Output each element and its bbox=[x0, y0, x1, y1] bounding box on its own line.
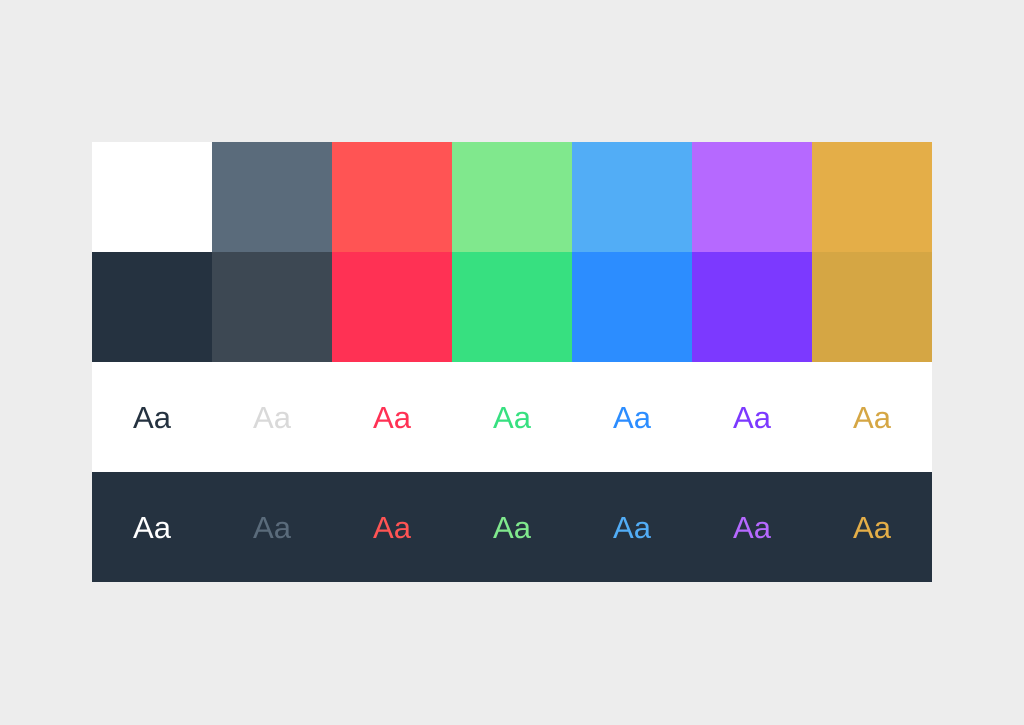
text-on-dark-cell-3: Aa bbox=[332, 472, 452, 582]
light-swatch-row bbox=[92, 142, 932, 252]
dark-swatch-3 bbox=[332, 252, 452, 362]
text-on-light-sample-4: Aa bbox=[493, 399, 531, 435]
palette-page: { "palette": { "light_swatches": ["#FFFF… bbox=[0, 0, 1024, 725]
text-on-light-cell-2: Aa bbox=[212, 362, 332, 472]
text-on-light-cell-7: Aa bbox=[812, 362, 932, 472]
text-on-light-sample-2: Aa bbox=[253, 399, 291, 435]
text-on-light-cell-5: Aa bbox=[572, 362, 692, 472]
dark-swatch-4 bbox=[452, 252, 572, 362]
text-on-dark-sample-6: Aa bbox=[733, 509, 771, 545]
text-on-dark-sample-3: Aa bbox=[373, 509, 411, 545]
dark-swatch-6 bbox=[692, 252, 812, 362]
text-on-dark-cell-7: Aa bbox=[812, 472, 932, 582]
text-on-light-cell-4: Aa bbox=[452, 362, 572, 472]
text-on-dark-sample-2: Aa bbox=[253, 509, 291, 545]
text-on-dark-cell-2: Aa bbox=[212, 472, 332, 582]
text-on-dark-sample-1: Aa bbox=[133, 509, 171, 545]
text-on-light-sample-7: Aa bbox=[853, 399, 891, 435]
light-swatch-1 bbox=[92, 142, 212, 252]
text-on-light-row: Aa Aa Aa Aa Aa Aa Aa bbox=[92, 362, 932, 472]
dark-swatch-7 bbox=[812, 252, 932, 362]
text-on-dark-cell-6: Aa bbox=[692, 472, 812, 582]
text-on-light-cell-1: Aa bbox=[92, 362, 212, 472]
light-swatch-7 bbox=[812, 142, 932, 252]
text-on-light-sample-5: Aa bbox=[613, 399, 651, 435]
text-on-dark-sample-4: Aa bbox=[493, 509, 531, 545]
dark-swatch-2 bbox=[212, 252, 332, 362]
text-on-light-sample-1: Aa bbox=[133, 399, 171, 435]
light-swatch-6 bbox=[692, 142, 812, 252]
dark-swatch-5 bbox=[572, 252, 692, 362]
text-on-light-cell-3: Aa bbox=[332, 362, 452, 472]
dark-swatch-1 bbox=[92, 252, 212, 362]
light-swatch-3 bbox=[332, 142, 452, 252]
light-swatch-5 bbox=[572, 142, 692, 252]
light-swatch-4 bbox=[452, 142, 572, 252]
text-on-light-sample-3: Aa bbox=[373, 399, 411, 435]
light-swatch-2 bbox=[212, 142, 332, 252]
color-palette: Aa Aa Aa Aa Aa Aa Aa Aa Aa Aa Aa Aa Aa Aa bbox=[92, 142, 932, 582]
text-on-dark-cell-5: Aa bbox=[572, 472, 692, 582]
text-on-dark-sample-7: Aa bbox=[853, 509, 891, 545]
text-on-dark-row: Aa Aa Aa Aa Aa Aa Aa bbox=[92, 472, 932, 582]
dark-swatch-row bbox=[92, 252, 932, 362]
text-on-light-sample-6: Aa bbox=[733, 399, 771, 435]
text-on-dark-sample-5: Aa bbox=[613, 509, 651, 545]
text-on-dark-cell-4: Aa bbox=[452, 472, 572, 582]
text-on-dark-cell-1: Aa bbox=[92, 472, 212, 582]
text-on-light-cell-6: Aa bbox=[692, 362, 812, 472]
